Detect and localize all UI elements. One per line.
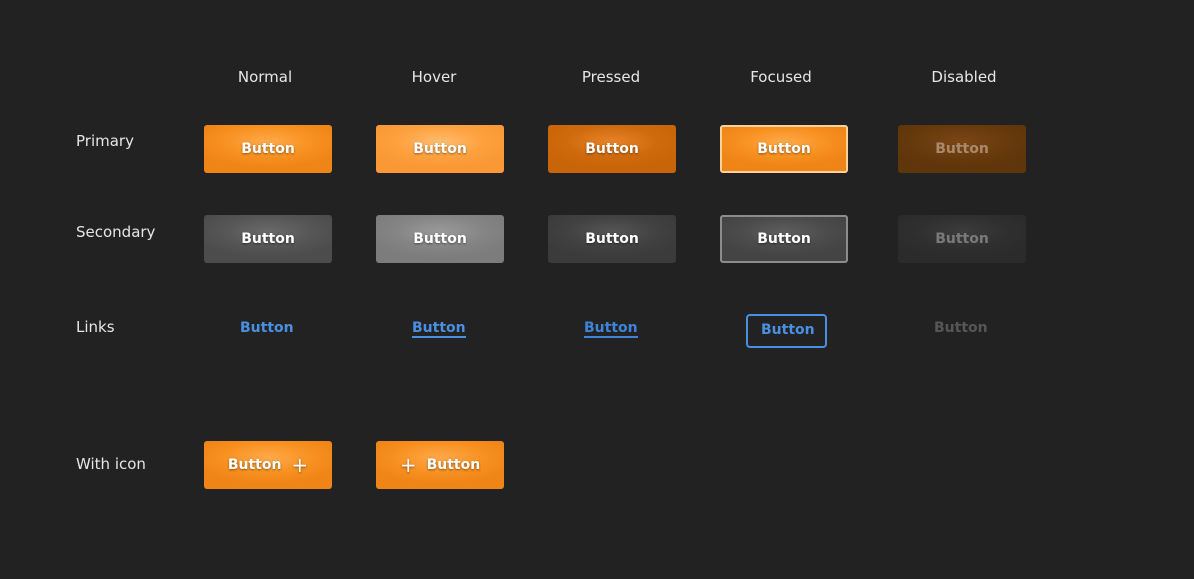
column-header-pressed: Pressed: [581, 68, 641, 86]
button-label: Button: [241, 141, 295, 157]
button-label: Button: [585, 141, 639, 157]
primary-button-disabled: Button: [898, 125, 1026, 173]
button-label: Button: [757, 231, 811, 247]
row-label-primary: Primary: [76, 132, 134, 150]
link-button-normal[interactable]: Button: [240, 320, 294, 336]
primary-button-with-trailing-icon[interactable]: Button +: [204, 441, 332, 489]
primary-button-hover[interactable]: Button: [376, 125, 504, 173]
row-label-secondary: Secondary: [76, 223, 156, 241]
link-button-pressed[interactable]: Button: [584, 320, 638, 338]
column-header-hover: Hover: [411, 68, 457, 86]
secondary-button-disabled: Button: [898, 215, 1026, 263]
plus-icon: +: [291, 453, 309, 477]
column-header-focused: Focused: [750, 68, 812, 86]
button-label: Button: [241, 231, 295, 247]
row-label-with-icon: With icon: [76, 455, 146, 473]
primary-button-normal[interactable]: Button: [204, 125, 332, 173]
button-label: Button: [757, 141, 811, 157]
link-button-focused[interactable]: Button: [746, 314, 827, 348]
button-label: Button: [413, 231, 467, 247]
row-label-links: Links: [76, 318, 115, 336]
primary-button-focused[interactable]: Button: [720, 125, 848, 173]
secondary-button-normal[interactable]: Button: [204, 215, 332, 263]
primary-button-pressed[interactable]: Button: [548, 125, 676, 173]
button-label: Button: [935, 231, 989, 247]
column-header-disabled: Disabled: [931, 68, 997, 86]
button-label: Button: [585, 231, 639, 247]
button-label: Button: [227, 457, 282, 473]
link-button-disabled: Button: [934, 320, 988, 336]
secondary-button-pressed[interactable]: Button: [548, 215, 676, 263]
button-label: Button: [426, 457, 481, 473]
button-label: Button: [413, 141, 467, 157]
plus-icon: +: [399, 453, 417, 477]
secondary-button-focused[interactable]: Button: [720, 215, 848, 263]
button-states-showcase: Normal Hover Pressed Focused Disabled Pr…: [0, 0, 1194, 579]
secondary-button-hover[interactable]: Button: [376, 215, 504, 263]
link-button-hover[interactable]: Button: [412, 320, 466, 338]
column-header-normal: Normal: [237, 68, 293, 86]
button-label: Button: [935, 141, 989, 157]
primary-button-with-leading-icon[interactable]: + Button: [376, 441, 504, 489]
